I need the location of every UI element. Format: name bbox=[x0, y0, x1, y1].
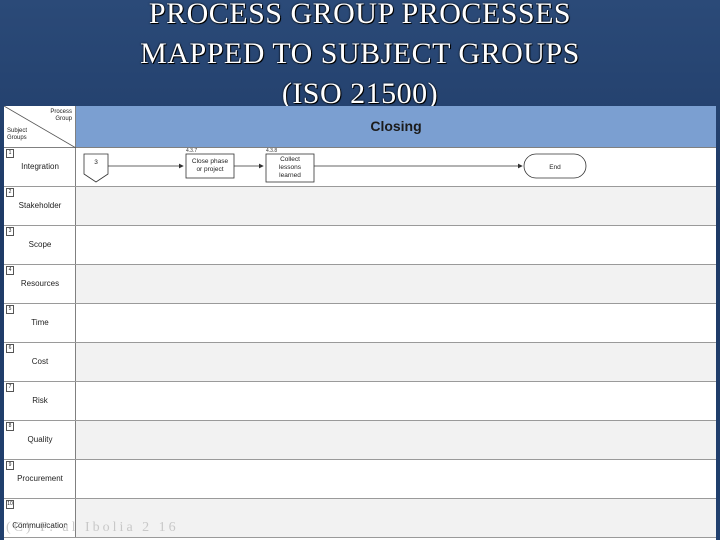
row-label: Procurement bbox=[17, 474, 63, 483]
process-label-close-phase-line2: or project bbox=[196, 166, 223, 173]
row-label-cell: 8 Quality bbox=[4, 421, 76, 459]
subject-row-risk: 7 Risk bbox=[4, 382, 716, 421]
row-lane bbox=[76, 421, 716, 459]
process-matrix: Process Group Subject Groups Closing 1 I… bbox=[4, 106, 716, 540]
row-label: Time bbox=[31, 318, 49, 327]
title-line-1: PROCESS GROUP PROCESSES bbox=[148, 0, 572, 30]
end-label: End bbox=[549, 164, 561, 171]
row-number: 2 bbox=[6, 188, 14, 197]
closing-flow-diagram: 3 4.3.7 Close phase or project 4.3.8 Col… bbox=[83, 148, 587, 183]
row-number: 6 bbox=[6, 344, 14, 353]
row-label-cell: 3 Scope bbox=[4, 226, 76, 264]
row-label: Stakeholder bbox=[18, 201, 62, 210]
title-line-2: MAPPED TO SUBJECT GROUPS bbox=[140, 37, 580, 70]
closing-header-label: Closing bbox=[370, 118, 422, 134]
row-lane bbox=[76, 265, 716, 303]
subject-row-quality: 8 Quality bbox=[4, 421, 716, 460]
row-label-cell: 9 Procurement bbox=[4, 460, 76, 498]
row-label: Integration bbox=[21, 162, 59, 171]
row-number: 7 bbox=[6, 383, 14, 392]
process-id-close-phase: 4.3.7 bbox=[186, 148, 197, 154]
slide-title: PROCESS GROUP PROCESSES MAPPED TO SUBJEC… bbox=[0, 0, 720, 114]
subject-row-time: 5 Time bbox=[4, 304, 716, 343]
process-label-lessons-line2: lessons bbox=[279, 164, 302, 171]
row-label: Quality bbox=[27, 435, 53, 444]
process-label-close-phase-line1: Close phase bbox=[192, 158, 229, 165]
row-label-cell: 6 Cost bbox=[4, 343, 76, 381]
matrix-corner-cell: Process Group Subject Groups bbox=[4, 106, 76, 148]
subject-row-procurement: 9 Procurement bbox=[4, 460, 716, 499]
row-label: Cost bbox=[31, 357, 49, 366]
row-lane bbox=[76, 304, 716, 342]
row-number: 10 bbox=[6, 500, 14, 509]
process-label-lessons-line1: Collect bbox=[280, 156, 300, 163]
row-label: Risk bbox=[32, 396, 48, 405]
row-lane bbox=[76, 460, 716, 498]
connector-label: 3 bbox=[94, 159, 98, 166]
row-label-cell: 4 Resources bbox=[4, 265, 76, 303]
row-label: Resources bbox=[20, 279, 60, 288]
row-number: 5 bbox=[6, 305, 14, 314]
row-lane bbox=[76, 382, 716, 420]
subject-row-scope: 3 Scope bbox=[4, 226, 716, 265]
subject-row-stakeholder: 2 Stakeholder bbox=[4, 187, 716, 226]
subject-groups-heading: Subject Groups bbox=[7, 128, 28, 141]
subject-row-cost: 6 Cost bbox=[4, 343, 716, 382]
process-label-lessons-line3: learned bbox=[279, 172, 301, 179]
closing-column-header: Closing bbox=[76, 106, 716, 148]
row-label: Scope bbox=[28, 240, 52, 249]
row-label-cell: 5 Time bbox=[4, 304, 76, 342]
row-lane bbox=[76, 226, 716, 264]
row-lane bbox=[76, 187, 716, 225]
row-number: 8 bbox=[6, 422, 14, 431]
row-label-cell: 2 Stakeholder bbox=[4, 187, 76, 225]
subject-row-resources: 4 Resources bbox=[4, 265, 716, 304]
row-number: 9 bbox=[6, 461, 14, 470]
row-label-cell: 1 Integration bbox=[4, 148, 76, 186]
copyright-footer: (C) P. al Ibolia 2 16 bbox=[6, 520, 179, 535]
row-number: 1 bbox=[6, 149, 14, 158]
row-number: 4 bbox=[6, 266, 14, 275]
process-group-heading: Process Group bbox=[50, 109, 72, 122]
row-lane bbox=[76, 343, 716, 381]
process-id-lessons-learned: 4.3.8 bbox=[266, 148, 277, 154]
row-label-cell: 7 Risk bbox=[4, 382, 76, 420]
row-number: 3 bbox=[6, 227, 14, 236]
